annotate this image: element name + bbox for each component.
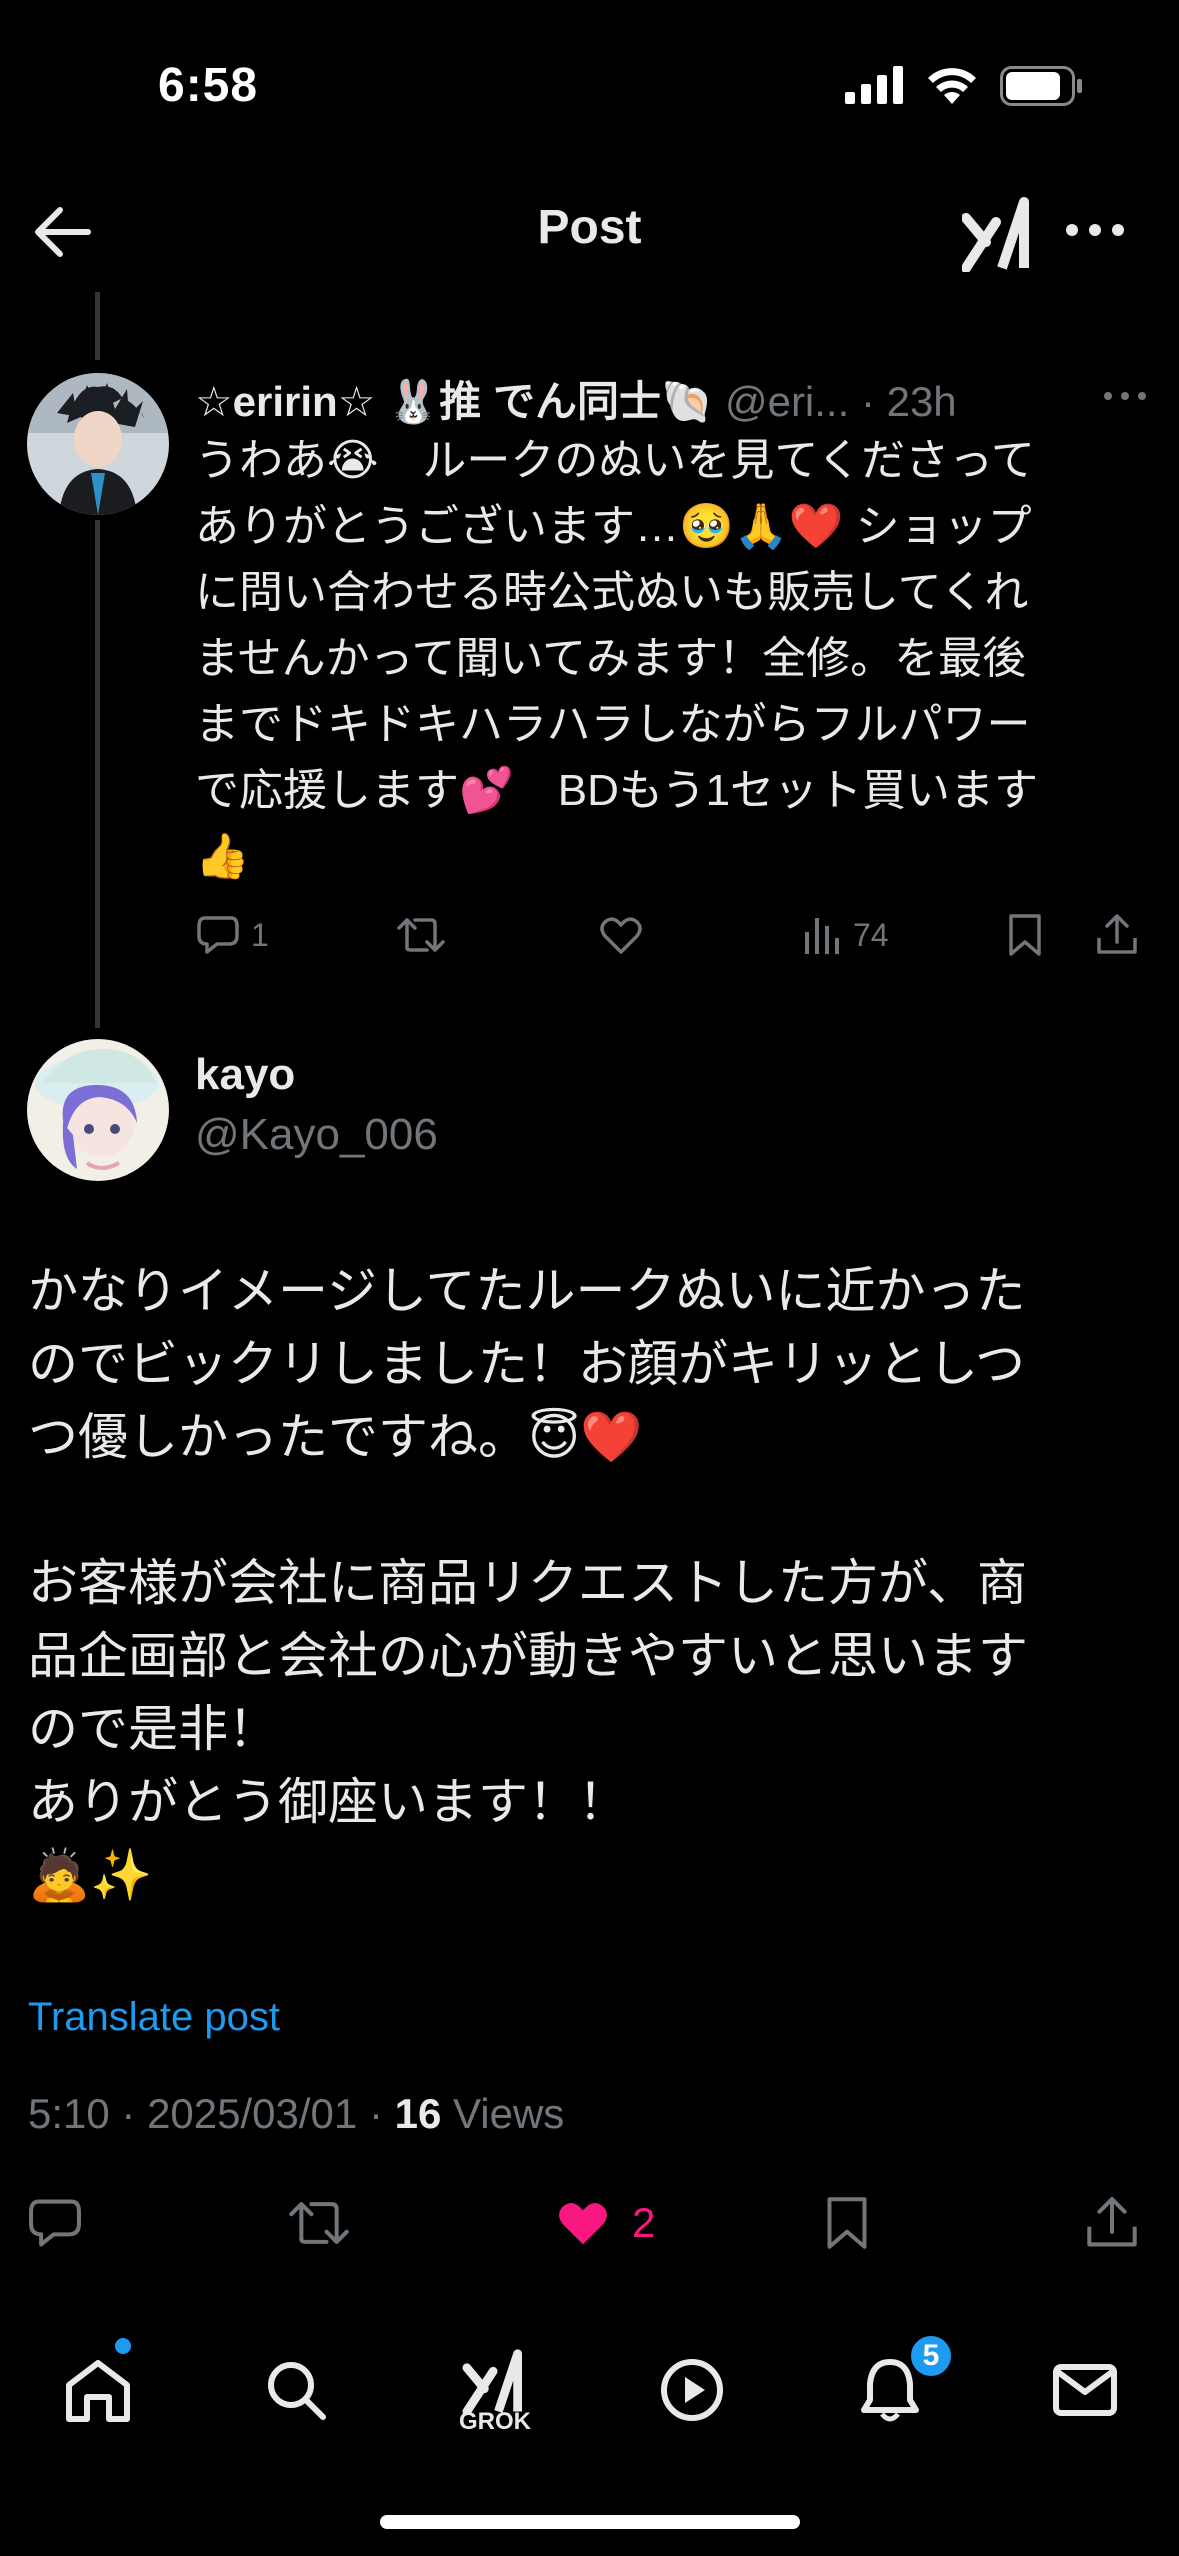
bookmark-icon [1009, 914, 1041, 956]
post-text: かなりイメージしてたルークぬいに近かった のでビックリしました！お顔がキリッとし… [28, 1263, 1028, 1903]
home-indicator [380, 2515, 800, 2529]
heart-filled-icon [559, 2202, 607, 2244]
cellular-signal-icon [845, 66, 903, 104]
bottom-tab-bar [0, 2325, 1179, 2475]
post-like-button[interactable]: 2 [552, 2185, 655, 2260]
post-meta: 5:10 · 2025/03/01 · 16 Views [28, 2090, 564, 2138]
share-icon [1097, 914, 1137, 954]
reply-repost-button[interactable] [395, 905, 447, 965]
reply-comment-count: 1 [251, 916, 269, 953]
status-bar: 6:58 [0, 0, 1179, 150]
comment-icon [197, 916, 239, 954]
post-author-name[interactable]: kayo [195, 1050, 295, 1100]
post-action-bar: 2 [0, 2185, 1179, 2260]
reply-like-button[interactable] [597, 905, 645, 965]
tab-messages[interactable] [1035, 2335, 1135, 2445]
tab-grok-label: GROK [459, 2408, 531, 2435]
top-nav-bar: Post [0, 180, 1179, 280]
grok-icon [462, 2349, 522, 2415]
tab-video[interactable] [642, 2335, 742, 2445]
mail-icon [1053, 2364, 1117, 2416]
reply-bookmark-button[interactable] [1005, 905, 1045, 965]
post-bookmark-button[interactable] [822, 2185, 872, 2260]
post-reply-button[interactable] [26, 2185, 84, 2260]
post-views-count[interactable]: 16 [395, 2090, 442, 2137]
reply-more-icon[interactable] [1100, 384, 1150, 408]
notifications-badge: 5 [908, 2333, 954, 2379]
post-views-label: Views [441, 2090, 565, 2137]
tab-search[interactable] [246, 2335, 346, 2445]
bookmark-icon [827, 2196, 867, 2249]
search-icon [268, 2362, 326, 2420]
home-icon [66, 2360, 130, 2422]
reply-author-meta[interactable]: @eri... · 23h [713, 378, 957, 425]
post-timestamp: 5:10 · 2025/03/01 · [28, 2090, 395, 2137]
more-options-icon[interactable] [1060, 210, 1130, 250]
reply-views-button[interactable]: 74 [803, 905, 889, 965]
analytics-icon [805, 918, 839, 954]
reply-text: うわあ😭 ルークのぬいを見てくださって ありがとうございます…🥹🙏❤️ ショップ… [195, 436, 1039, 881]
wifi-icon [928, 68, 976, 104]
avatar[interactable] [27, 373, 169, 515]
reply-views-count: 74 [853, 916, 889, 953]
share-icon [1087, 2196, 1137, 2246]
reply-action-bar: 1 74 [195, 905, 1155, 965]
post-repost-button[interactable] [286, 2185, 352, 2260]
home-unread-dot [115, 2338, 131, 2354]
translate-post-link[interactable]: Translate post [28, 1995, 280, 2040]
battery-icon [1000, 66, 1082, 106]
repost-icon [397, 918, 445, 952]
heart-icon [600, 917, 642, 954]
comment-icon [29, 2199, 81, 2246]
repost-icon [289, 2201, 349, 2244]
status-time: 6:58 [158, 59, 259, 112]
tab-home[interactable] [48, 2335, 148, 2445]
post-like-count: 2 [632, 2198, 656, 2246]
thread-line-top [95, 292, 100, 360]
post-share-button[interactable] [1084, 2185, 1140, 2260]
reply-share-button[interactable] [1095, 905, 1139, 965]
post-author-handle[interactable]: @Kayo_006 [195, 1110, 438, 1160]
reply-header: ☆eririn☆ 🐰推 でん同士🐚 @eri... · 23h [195, 368, 1155, 425]
play-circle-icon [661, 2359, 723, 2421]
reply-comment-button[interactable]: 1 [195, 905, 269, 965]
thread-line-reply [95, 520, 100, 1028]
avatar[interactable] [27, 1039, 169, 1181]
grok-icon[interactable] [962, 192, 1032, 272]
reply-author-name[interactable]: ☆eririn☆ 🐰推 でん同士🐚 [195, 378, 713, 425]
